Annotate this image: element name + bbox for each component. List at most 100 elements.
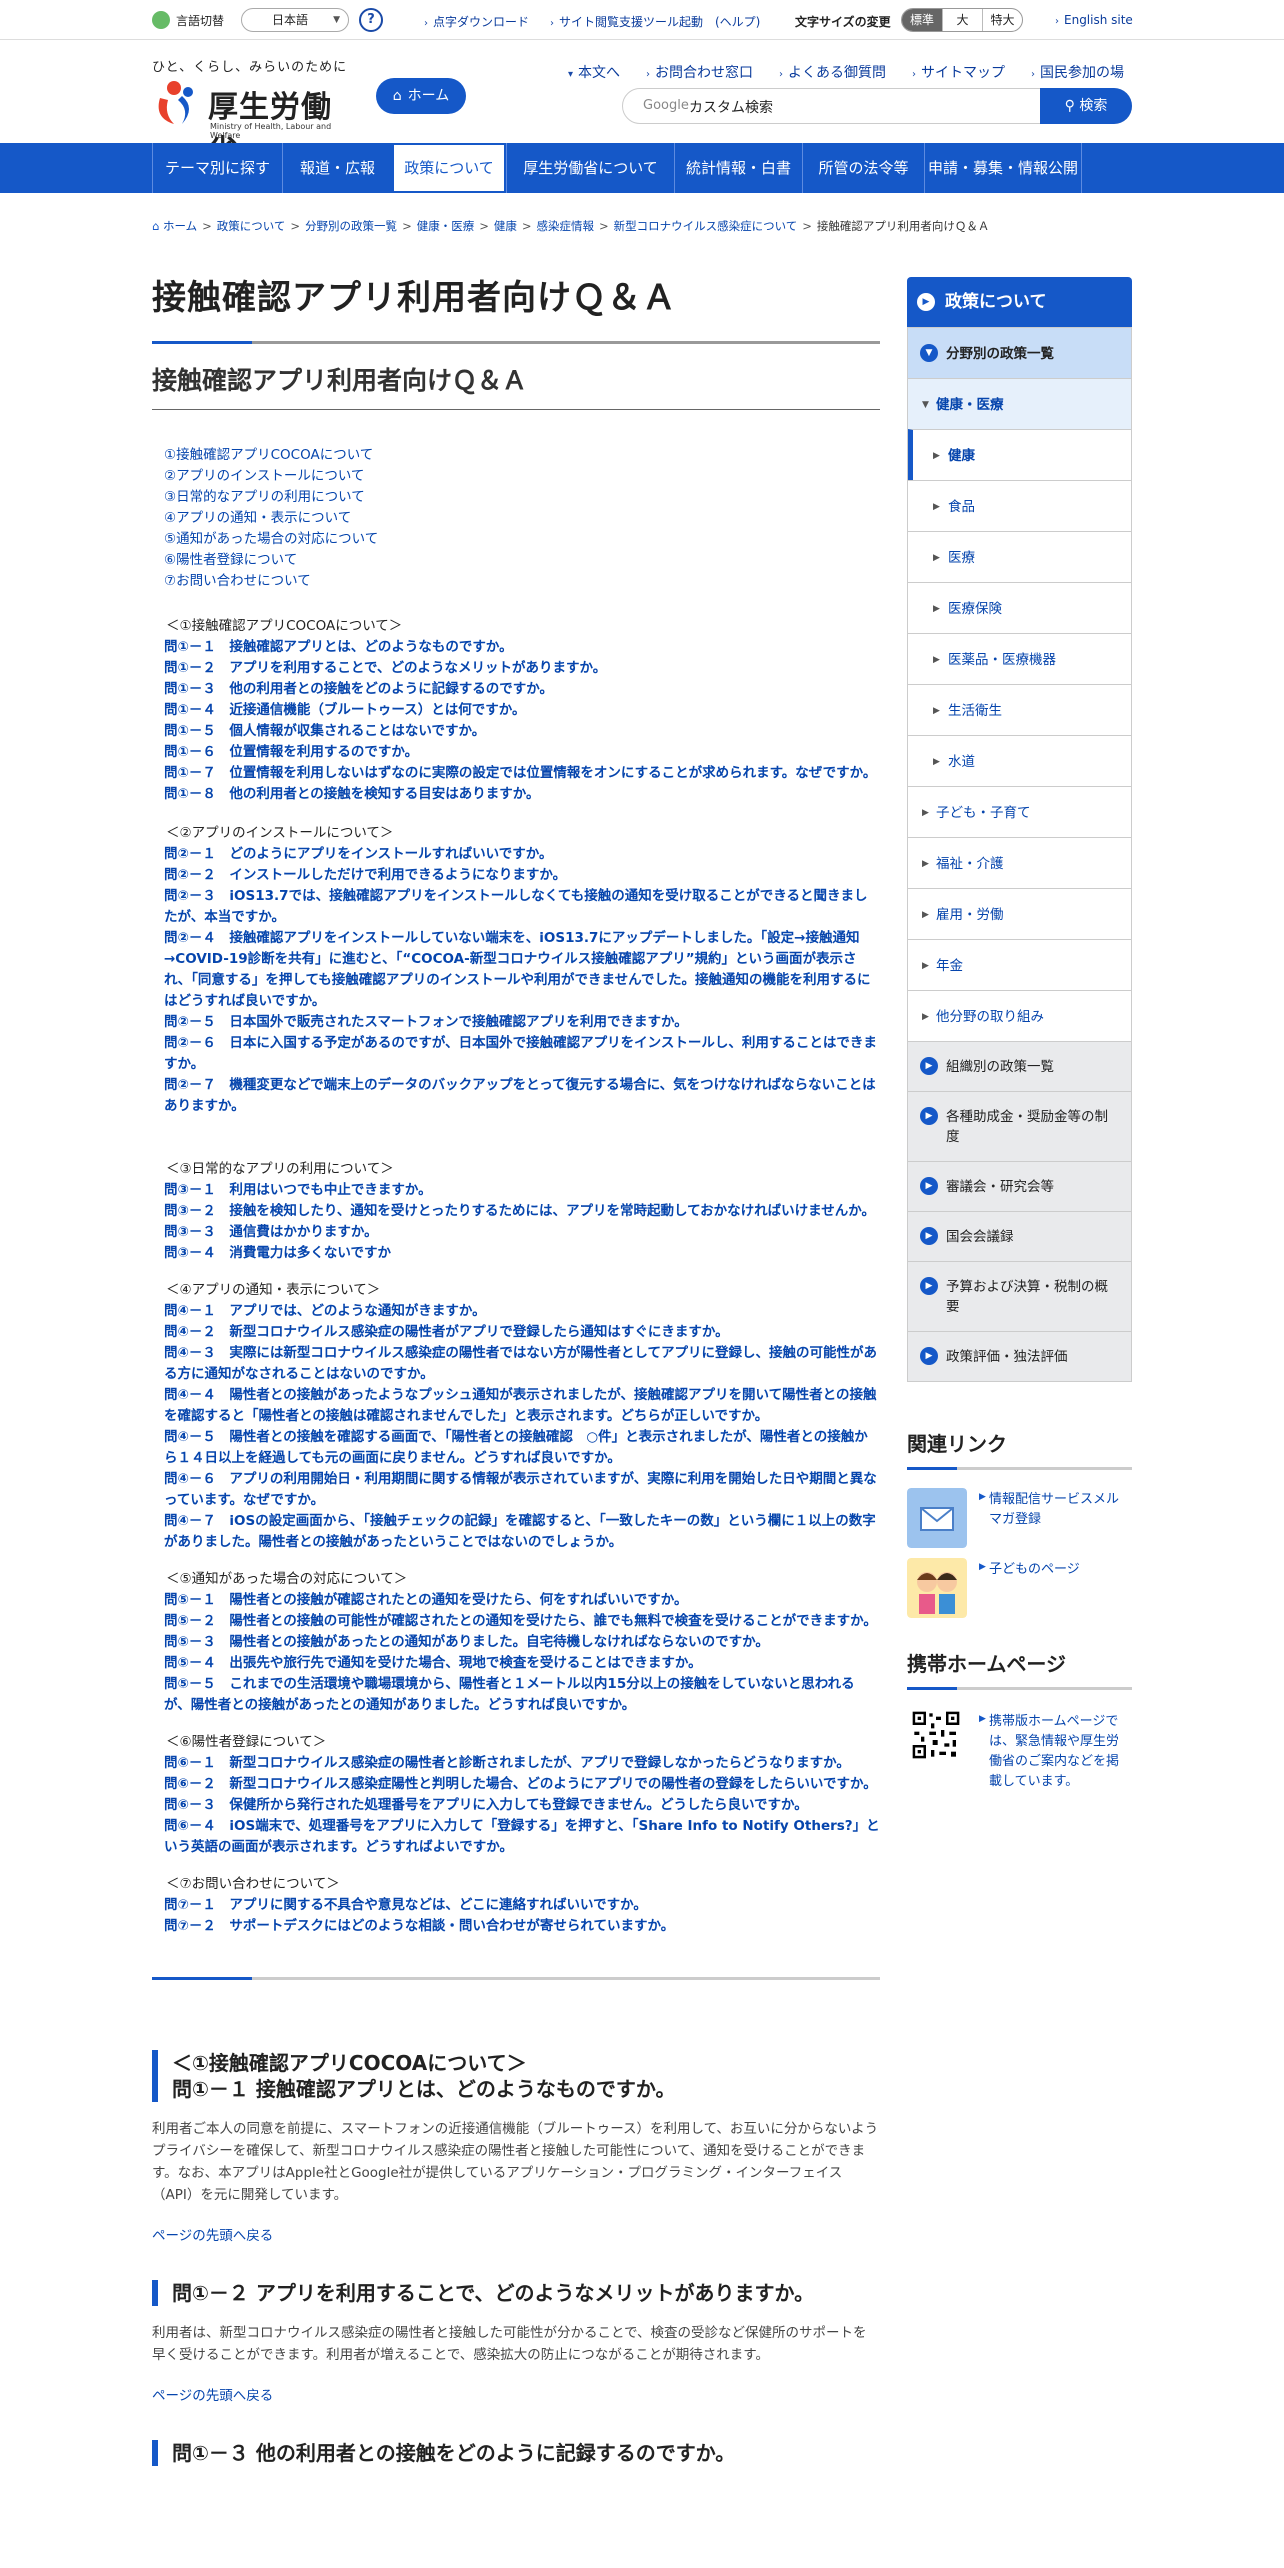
sidebar-item-policy-by-field[interactable]: ▼ 分野別の政策一覧 <box>908 327 1131 378</box>
question-link[interactable]: 問①－５ 個人情報が収集されることはないですか。 <box>164 721 880 742</box>
question-link[interactable]: 問②－２ インストールしただけで利用できるようになりますか。 <box>164 865 880 886</box>
toc-link[interactable]: ③日常的なアプリの利用について <box>164 487 880 508</box>
breadcrumb-link[interactable]: 新型コロナウイルス感染症について <box>614 219 798 233</box>
sidebar-item-label[interactable]: 医療 <box>948 550 975 566</box>
sidebar-item-medical-insurance[interactable]: ▶ 医療保険 <box>908 582 1131 633</box>
question-link[interactable]: 問①－８ 他の利用者との接触を検知する目安はありますか。 <box>164 784 880 805</box>
question-link[interactable]: 問①－７ 位置情報を利用しないはずなのに実際の設定では位置情報をオンにすることが… <box>164 763 880 784</box>
sidebar-item-health[interactable]: ▶ 健康 <box>908 429 1131 480</box>
nav-policy[interactable]: 政策について <box>392 143 506 193</box>
question-link[interactable]: 問④－２ 新型コロナウイルス感染症の陽性者がアプリで登録したら通知はすぐにきます… <box>164 1322 880 1343</box>
sidebar-item-food[interactable]: ▶ 食品 <box>908 480 1131 531</box>
nav-about[interactable]: 厚生労働省について <box>506 143 674 193</box>
question-link[interactable]: 問③－２ 接触を検知したり、通知を受けとったりするためには、アプリを常時起動して… <box>164 1201 880 1222</box>
sidebar-item-label[interactable]: 雇用・労働 <box>936 907 1004 923</box>
question-link[interactable]: 問④－５ 陽性者との接触を確認する画面で、「陽性者との接触確認 ○件」と表示され… <box>164 1427 880 1469</box>
sidebar-item-budget[interactable]: ▶ 予算および決算・税制の概要 <box>908 1261 1131 1331</box>
sidebar-item-pharmaceuticals[interactable]: ▶ 医薬品・医療機器 <box>908 633 1131 684</box>
question-link[interactable]: 問④－３ 実際には新型コロナウイルス感染症の陽性者ではない方が陽性者としてアプリ… <box>164 1343 880 1385</box>
breadcrumb-link[interactable]: 感染症情報 <box>536 219 594 233</box>
question-link[interactable]: 問④－１ アプリでは、どのような通知がきますか。 <box>164 1301 880 1322</box>
question-link[interactable]: 問④－６ アプリの利用開始日・利用期間に関する情報が表示されていますが、実際に利… <box>164 1469 880 1511</box>
language-select[interactable]: 日本語 ▼ <box>241 8 349 32</box>
question-link[interactable]: 問④－４ 陽性者との接触があったようなプッシュ通知が表示されましたが、接触確認ア… <box>164 1385 880 1427</box>
sidebar-item-sanitation[interactable]: ▶ 生活衛生 <box>908 684 1131 735</box>
question-link[interactable]: 問①－３ 他の利用者との接触をどのように記録するのですか。 <box>164 679 880 700</box>
question-link[interactable]: 問②－６ 日本に入国する予定があるのですが、日本国外で接触確認アプリをインストー… <box>164 1033 880 1075</box>
sidebar-item-label[interactable]: 健康・医療 <box>936 397 1004 413</box>
question-link[interactable]: 問⑦－２ サポートデスクにはどのような相談・問い合わせが寄せられていますか。 <box>164 1916 880 1937</box>
sidebar-item-label[interactable]: 子ども・子育て <box>936 805 1031 821</box>
sidebar-item-other-fields[interactable]: ▶ 他分野の取り組み <box>908 990 1131 1041</box>
sidebar-item-pension[interactable]: ▶ 年金 <box>908 939 1131 990</box>
sidebar-item-label[interactable]: 健康 <box>948 448 975 464</box>
toc-link[interactable]: ⑤通知があった場合の対応について <box>164 529 880 550</box>
back-to-top-link[interactable]: ページの先頭へ戻る <box>152 2384 880 2404</box>
question-link[interactable]: 問③－４ 消費電力は多くないですか <box>164 1243 880 1264</box>
sidebar-item-welfare[interactable]: ▶ 福祉・介護 <box>908 837 1131 888</box>
sidebar-item-water[interactable]: ▶ 水道 <box>908 735 1131 786</box>
question-link[interactable]: 問⑤－２ 陽性者との接触の可能性が確認されたとの通知を受けたら、誰でも無料で検査… <box>164 1611 880 1632</box>
nav-press[interactable]: 報道・広報 <box>282 143 392 193</box>
toc-link[interactable]: ⑥陽性者登録について <box>164 550 880 571</box>
search-button[interactable]: ⚲ 検索 <box>1040 88 1132 124</box>
font-size-large-button[interactable]: 大 <box>942 9 982 31</box>
question-link[interactable]: 問⑥－４ iOS端末で、処理番号をアプリに入力して「登録する」を押すと、「Sha… <box>164 1816 880 1858</box>
sidebar-item-policy-by-org[interactable]: ▶ 組織別の政策一覧 <box>908 1041 1131 1091</box>
breadcrumb-link[interactable]: 政策について <box>217 219 286 233</box>
help-button[interactable]: ? <box>359 8 383 32</box>
breadcrumb-link[interactable]: 分野別の政策一覧 <box>305 219 397 233</box>
sidebar-item-label[interactable]: 医薬品・医療機器 <box>948 652 1056 668</box>
sidebar-item-subsidies[interactable]: ▶ 各種助成金・奨励金等の制度 <box>908 1091 1131 1161</box>
question-link[interactable]: 問⑤－１ 陽性者との接触が確認されたとの通知を受けたら、何をすればいいですか。 <box>164 1590 880 1611</box>
sidebar-item-children[interactable]: ▶ 子ども・子育て <box>908 786 1131 837</box>
question-link[interactable]: 問①－２ アプリを利用することで、どのようなメリットがありますか。 <box>164 658 880 679</box>
mail-magazine-link[interactable]: 情報配信サービスメルマガ登録 <box>989 1490 1129 1530</box>
question-link[interactable]: 問③－１ 利用はいつでも中止できますか。 <box>164 1180 880 1201</box>
sidebar-item-label[interactable]: 水道 <box>948 754 975 770</box>
kids-page-link[interactable]: 子どものページ <box>989 1560 1129 1580</box>
question-link[interactable]: 問⑤－３ 陽性者との接触があったとの通知がありました。自宅待機しなければならない… <box>164 1632 880 1653</box>
home-button[interactable]: ⌂ ホーム <box>376 78 466 114</box>
question-link[interactable]: 問③－３ 通信費はかかりますか。 <box>164 1222 880 1243</box>
sidebar-item-label[interactable]: 食品 <box>948 499 975 515</box>
breadcrumb-link[interactable]: ホーム <box>163 219 197 233</box>
toc-link[interactable]: ④アプリの通知・表示について <box>164 508 880 529</box>
contact-link[interactable]: › お問合わせ窓口 <box>646 62 753 82</box>
english-site-link[interactable]: › English site <box>1055 13 1133 27</box>
public-participation-link[interactable]: › 国民参加の場 <box>1031 62 1124 82</box>
question-link[interactable]: 問①－６ 位置情報を利用するのですか。 <box>164 742 880 763</box>
question-link[interactable]: 問⑤－５ これまでの生活環境や職場環境から、陽性者と１メートル以内15分以上の接… <box>164 1674 880 1716</box>
sidebar-item-label[interactable]: 福祉・介護 <box>936 856 1004 872</box>
braille-download-link[interactable]: › 点字ダウンロード <box>424 13 529 30</box>
question-link[interactable]: 問⑦－１ アプリに関する不具合や意見などは、どこに連絡すればいいですか。 <box>164 1895 880 1916</box>
sidebar-item-label[interactable]: 医療保険 <box>948 601 1002 617</box>
question-link[interactable]: 問②－４ 接触確認アプリをインストールしていない端末を、iOS13.7にアップデ… <box>164 928 880 1012</box>
question-link[interactable]: 問⑥－３ 保健所から発行された処理番号をアプリに入力しても登録できません。どうし… <box>164 1795 880 1816</box>
sidebar-item-councils[interactable]: ▶ 審議会・研究会等 <box>908 1161 1131 1211</box>
sidebar-item-label[interactable]: 生活衛生 <box>948 703 1002 719</box>
skip-to-content-link[interactable]: ▾ 本文へ <box>568 62 620 82</box>
search-input[interactable]: カスタム検索 <box>689 97 773 117</box>
faq-link[interactable]: › よくある御質問 <box>779 62 886 82</box>
font-size-xlarge-button[interactable]: 特大 <box>982 9 1022 31</box>
font-size-standard-button[interactable]: 標準 <box>902 9 942 31</box>
toc-link[interactable]: ①接触確認アプリCOCOAについて <box>164 445 880 466</box>
question-link[interactable]: 問②－３ iOS13.7では、接触確認アプリをインストールしなくても接触の通知を… <box>164 886 880 928</box>
breadcrumb-link[interactable]: 健康・医療 <box>417 219 475 233</box>
sidebar-item-employment[interactable]: ▶ 雇用・労働 <box>908 888 1131 939</box>
back-to-top-link[interactable]: ページの先頭へ戻る <box>152 2224 880 2244</box>
sidebar-item-policy-evaluation[interactable]: ▶ 政策評価・独法評価 <box>908 1331 1131 1381</box>
nav-statistics[interactable]: 統計情報・白書 <box>674 143 802 193</box>
question-link[interactable]: 問⑥－２ 新型コロナウイルス感染症陽性と判明した場合、どのようにアプリでの陽性者… <box>164 1774 880 1795</box>
sidebar-item-diet-records[interactable]: ▶ 国会会議録 <box>908 1211 1131 1261</box>
question-link[interactable]: 問①－１ 接触確認アプリとは、どのようなものですか。 <box>164 637 880 658</box>
toc-link[interactable]: ⑦お問い合わせについて <box>164 571 880 592</box>
question-link[interactable]: 問②－７ 機種変更などで端末上のデータのバックアップをとって復元する場合に、気を… <box>164 1075 880 1117</box>
toc-link[interactable]: ②アプリのインストールについて <box>164 466 880 487</box>
sidebar-item-label[interactable]: 他分野の取り組み <box>936 1009 1044 1025</box>
nav-theme[interactable]: テーマ別に探す <box>152 143 282 193</box>
nav-applications[interactable]: 申請・募集・情報公開 <box>924 143 1082 193</box>
sidebar-item-health-medical[interactable]: ▼ 健康・医療 <box>908 378 1131 429</box>
mobile-site-link[interactable]: 携帯版ホームページでは、緊急情報や厚生労働省のご案内などを掲載しています。 <box>989 1712 1129 1792</box>
